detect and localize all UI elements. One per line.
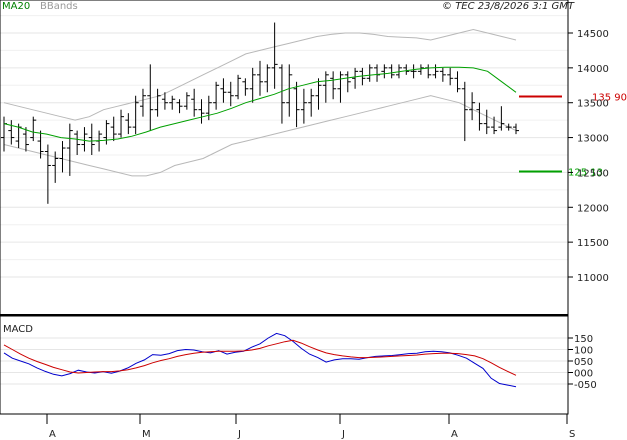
price-tick-label: 12500 <box>577 168 609 179</box>
macd-tick-label: 100 <box>574 346 593 357</box>
price-tick-label: 14500 <box>577 29 609 40</box>
price-tick-label: 11000 <box>577 273 609 284</box>
macd-title: MACD <box>3 324 33 335</box>
price-tick-label: 11500 <box>577 238 609 249</box>
month-label: S <box>569 429 575 440</box>
price-tick-label: 13500 <box>577 99 609 110</box>
bbands-legend: BBands <box>40 1 78 12</box>
macd-tick-label: 000 <box>574 369 593 380</box>
macd-tick-label: 050 <box>574 357 593 368</box>
month-label: J <box>237 429 241 440</box>
price-tick-label: 13000 <box>577 134 609 145</box>
ma20-legend: MA20 <box>2 1 30 12</box>
stock-chart: 135 90125 13 110001150012000125001300013… <box>0 0 627 440</box>
price-tick-label: 12000 <box>577 203 609 214</box>
copyright-text: © TEC 23/8/2026 3:1 GMT <box>442 1 575 12</box>
month-label: M <box>142 429 151 440</box>
month-label: J <box>341 429 345 440</box>
macd-tick-label: -050 <box>574 380 597 391</box>
month-label: A <box>49 429 56 440</box>
month-label: A <box>451 429 458 440</box>
price-tick-label: 14000 <box>577 64 609 75</box>
macd-tick-label: 150 <box>574 334 593 345</box>
chart-background <box>0 0 627 440</box>
